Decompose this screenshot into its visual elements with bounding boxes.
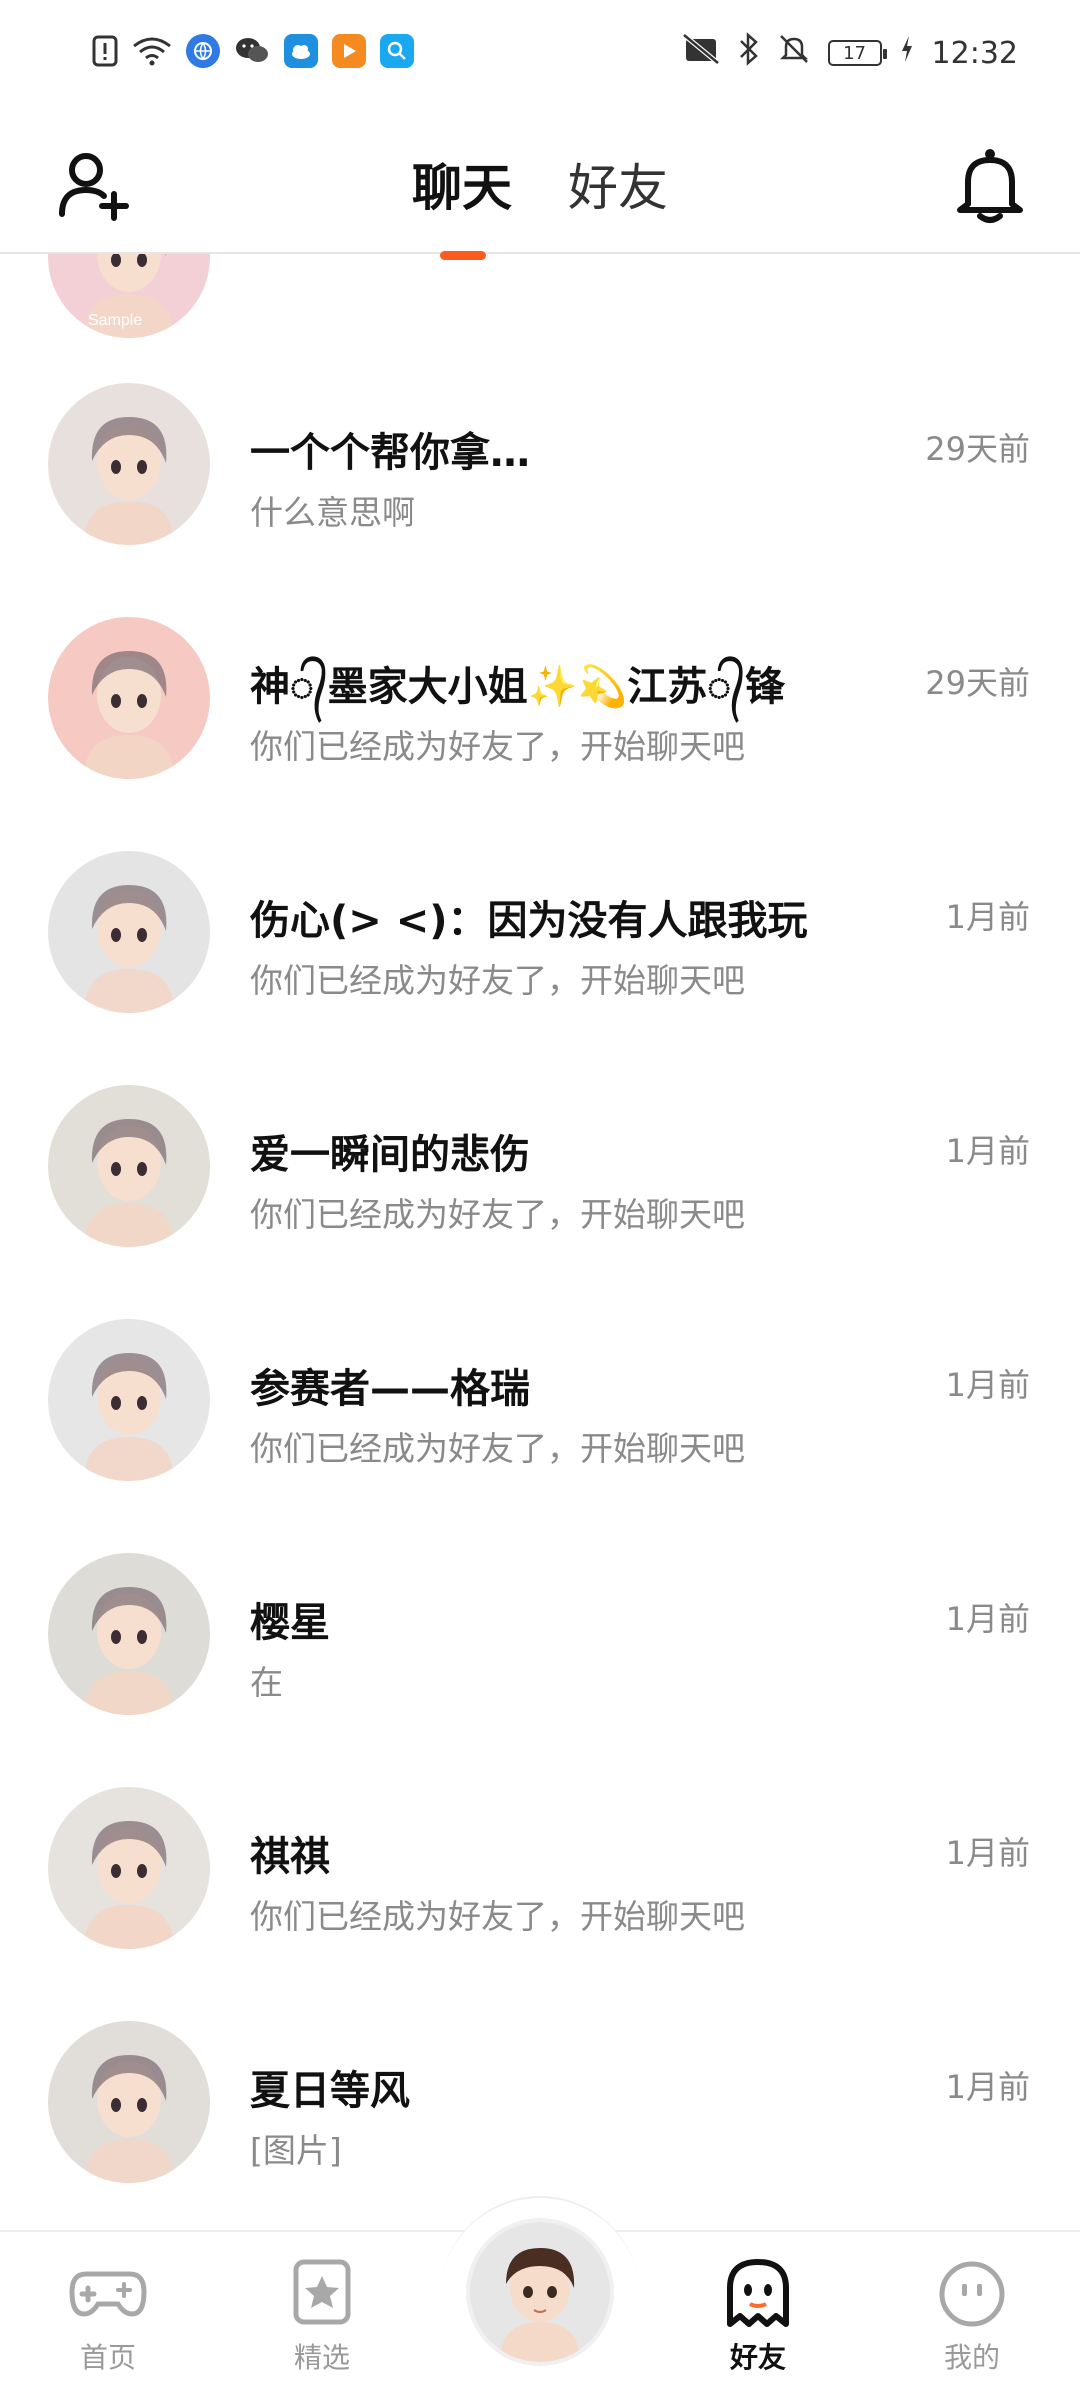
chat-list-item[interactable]: 祺祺你们已经成为好友了，开始聊天吧 1月前 — [0, 1744, 1080, 1978]
avatar — [48, 851, 210, 1013]
avatar: Sample — [48, 254, 210, 338]
nav-home-label: 首页 — [79, 2341, 136, 2374]
search-app-icon — [380, 34, 414, 68]
notification-icons — [92, 34, 414, 68]
no-sim-icon — [681, 33, 720, 73]
avatar-image — [48, 617, 210, 779]
chat-list-item[interactable]: 一个个帮你拿… 什么意思啊 29天前 — [0, 340, 1080, 574]
chat-name: 夏日等风 — [250, 2068, 410, 2114]
video-app-icon — [332, 34, 366, 68]
system-status: 17 12:32 — [681, 32, 1018, 74]
smiley-icon — [939, 2261, 1005, 2327]
avatar-image — [48, 1553, 210, 1715]
avatar — [48, 1553, 210, 1715]
status-bar: 17 12:32 — [0, 0, 1080, 110]
avatar-image — [48, 383, 210, 545]
weather-icon — [284, 34, 318, 68]
chat-list-item[interactable]: Sample — [0, 254, 1080, 340]
bell-icon — [957, 149, 1023, 223]
chat-list-item[interactable]: 伤心(> <)：因为没有人跟我玩你们已经成为好友了，开始聊天吧 1月前 — [0, 808, 1080, 1042]
chat-timestamp: 29天前 — [925, 430, 1030, 468]
avatar-image — [48, 851, 210, 1013]
battery-indicator: 17 — [827, 40, 887, 66]
chat-timestamp: 29天前 — [925, 664, 1030, 702]
avatar — [48, 1319, 210, 1481]
avatar — [48, 1787, 210, 1949]
active-tab-indicator — [440, 251, 486, 260]
nav-friends-text: 好友 — [729, 2341, 786, 2374]
chat-last-message: 你们已经成为好友了，开始聊天吧 — [250, 961, 745, 1000]
avatar — [470, 2222, 610, 2362]
tab-chat[interactable]: 聊天 — [412, 148, 512, 260]
chat-last-message: 你们已经成为好友了，开始聊天吧 — [250, 1195, 745, 1234]
chat-name: 伤心(> <)：因为没有人跟我玩 — [250, 898, 808, 944]
wifi-icon — [132, 34, 172, 68]
avatar-image — [48, 2021, 210, 2183]
tab-chat-label: 聊天 — [412, 159, 512, 217]
avatar-watermark: Sample — [88, 312, 143, 329]
avatar — [48, 1085, 210, 1247]
nav-me[interactable]: 我的 — [902, 2258, 1042, 2376]
chat-list[interactable]: Sample 一个个帮你拿… 什么意思啊 29天前 神᭄墨家大小姐✨💫江苏᭄锋 你们已经成… — [0, 254, 1080, 2230]
notifications-button[interactable] — [954, 146, 1026, 226]
browser-icon — [186, 34, 220, 68]
avatar — [48, 617, 210, 779]
chat-timestamp: 1月前 — [945, 1834, 1030, 1872]
clock: 12:32 — [931, 35, 1018, 71]
app-header: 聊天 好友 — [0, 110, 1080, 260]
chat-name: 一个个帮你拿… — [250, 430, 530, 476]
chat-last-message: [图片] — [250, 2131, 342, 2170]
chat-last-message: 你们已经成为好友了，开始聊天吧 — [250, 1429, 745, 1468]
chat-list-item[interactable]: 爱一瞬间的悲伤你们已经成为好友了，开始聊天吧 1月前 — [0, 1042, 1080, 1276]
bluetooth-icon — [738, 32, 760, 74]
nav-me-label: 我的 — [943, 2341, 1000, 2374]
chat-list-item[interactable]: 樱星在 1月前 — [0, 1510, 1080, 1744]
chat-last-message: 你们已经成为好友了，开始聊天吧 — [250, 727, 745, 766]
charging-icon — [900, 35, 914, 71]
chat-name: 参赛者——格瑞 — [250, 1366, 530, 1412]
chat-timestamp: 1月前 — [945, 898, 1030, 936]
avatar-image — [48, 1319, 210, 1481]
nav-home[interactable]: 首页 — [38, 2258, 178, 2376]
avatar — [48, 2021, 210, 2183]
chat-name: 祺祺 — [250, 1834, 330, 1880]
chat-timestamp: 1月前 — [945, 1366, 1030, 1404]
header-tabs: 聊天 好友 — [412, 148, 668, 260]
chat-list-inner: Sample 一个个帮你拿… 什么意思啊 29天前 神᭄墨家大小姐✨💫江苏᭄锋 你们已经成… — [0, 254, 1080, 2212]
chat-name: 神᭄墨家大小姐✨💫江苏᭄锋 — [250, 664, 785, 710]
tab-friends-label: 好友 — [568, 159, 668, 217]
nav-friends-label: 好友 — [729, 2336, 786, 2384]
chat-name: 爱一瞬间的悲伤 — [250, 1132, 530, 1178]
avatar-image — [48, 1787, 210, 1949]
ghost-icon — [727, 2259, 789, 2327]
chat-timestamp: 1月前 — [945, 2068, 1030, 2106]
tab-friends[interactable]: 好友 — [568, 148, 668, 220]
mute-icon — [778, 33, 810, 73]
chat-last-message: 什么意思啊 — [250, 493, 415, 532]
center-avatar-button[interactable] — [466, 2218, 614, 2366]
add-friend-button[interactable] — [58, 148, 132, 222]
chat-last-message: 你们已经成为好友了，开始聊天吧 — [250, 1897, 745, 1936]
nav-friends[interactable]: 好友 — [688, 2258, 828, 2384]
chat-list-item[interactable]: 参赛者——格瑞你们已经成为好友了，开始聊天吧 1月前 — [0, 1276, 1080, 1510]
nav-featured-label: 精选 — [293, 2341, 350, 2374]
gamepad-icon — [69, 2271, 147, 2317]
chat-name: 樱星 — [250, 1600, 330, 1646]
avatar — [48, 383, 210, 545]
add-user-icon — [59, 153, 129, 221]
chat-list-item[interactable]: 神᭄墨家大小姐✨💫江苏᭄锋你们已经成为好友了，开始聊天吧 29天前 — [0, 574, 1080, 808]
star-icon — [293, 2259, 351, 2325]
avatar-image — [48, 1085, 210, 1247]
chat-timestamp: 1月前 — [945, 1600, 1030, 1638]
wechat-icon — [234, 34, 270, 68]
chat-list-item[interactable]: 夏日等风 [图片] 1月前 — [0, 1978, 1080, 2212]
alert-icon — [92, 34, 118, 68]
nav-featured[interactable]: 精选 — [252, 2258, 392, 2376]
chat-timestamp: 1月前 — [945, 1132, 1030, 1170]
chat-last-message: 在 — [250, 1663, 283, 1702]
